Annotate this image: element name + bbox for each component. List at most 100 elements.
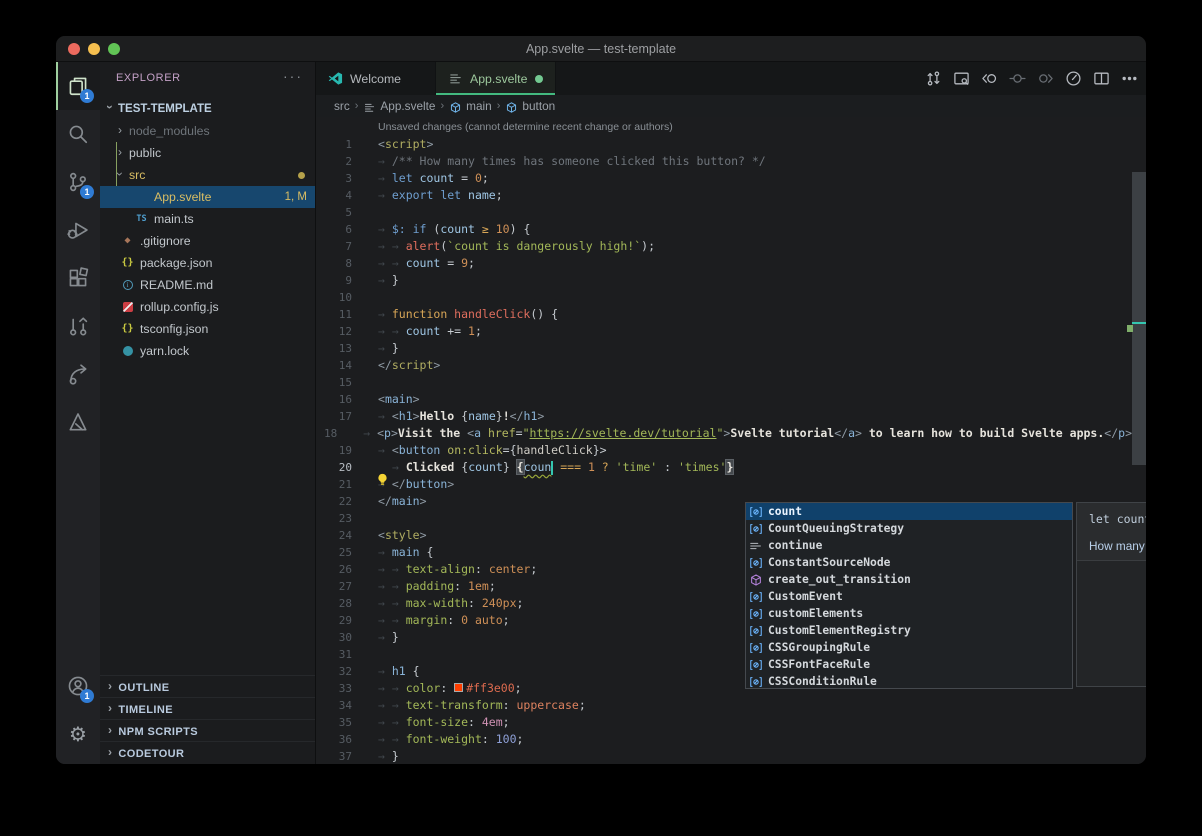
open-changes-icon[interactable] — [925, 70, 942, 87]
line-number: 15 — [316, 374, 352, 391]
file-row--gitignore[interactable]: ◆.gitignore — [100, 230, 315, 252]
chevron-right-icon: › — [108, 675, 112, 697]
code-line-35[interactable]: 35→ → font-size: 4em; — [316, 714, 1132, 731]
code-line-8[interactable]: 8→ → count = 9; — [316, 255, 1132, 272]
explorer-icon[interactable]: 1 — [56, 62, 100, 110]
code-line-18[interactable]: 18→ <p>Visit the <a href="https://svelte… — [316, 425, 1132, 442]
open-preview-icon[interactable] — [953, 70, 970, 87]
suggest-item-customevent[interactable]: CustomEvent — [746, 588, 1072, 605]
more-actions-icon[interactable]: ··· — [283, 68, 303, 84]
line-content — [352, 289, 378, 306]
tour-stop-icon[interactable] — [1009, 70, 1026, 87]
folder-row-public[interactable]: ›public — [100, 142, 315, 164]
line-number: 4 — [316, 187, 352, 204]
folder-row-src[interactable]: ›src — [100, 164, 315, 186]
line-number: 6 — [316, 221, 352, 238]
code-line-17[interactable]: 17→ <h1>Hello {name}!</h1> — [316, 408, 1132, 425]
code-line-36[interactable]: 36→ → font-weight: 100; — [316, 731, 1132, 748]
code-line-2[interactable]: 2→ /** How many times has someone clicke… — [316, 153, 1132, 170]
file-row-yarn-lock[interactable]: yarn.lock — [100, 340, 315, 362]
tab-label: Welcome — [350, 72, 401, 86]
line-number: 12 — [316, 323, 352, 340]
code-line-3[interactable]: 3→ let count = 0; — [316, 170, 1132, 187]
file-row-package-json[interactable]: {}package.json — [100, 252, 315, 274]
suggest-item-continue[interactable]: continue — [746, 537, 1072, 554]
code-line-16[interactable]: 16<main> — [316, 391, 1132, 408]
more-actions-icon[interactable] — [1121, 70, 1138, 87]
codelens-label[interactable]: Unsaved changes (cannot determine recent… — [378, 121, 673, 133]
suggest-item-customelements[interactable]: customElements — [746, 605, 1072, 622]
code-line-11[interactable]: 11→ function handleClick() { — [316, 306, 1132, 323]
code-line-20[interactable]: 20→ Clicked {count} {coun === 1 ? 'time'… — [316, 459, 1132, 476]
suggest-item-cssfontfacerule[interactable]: CSSFontFaceRule — [746, 656, 1072, 673]
code-line-34[interactable]: 34→ → text-transform: uppercase; — [316, 697, 1132, 714]
live-share-icon[interactable] — [56, 350, 100, 398]
line-content: → /** How many times has someone clicked… — [352, 153, 766, 170]
code-line-4[interactable]: 4→ export let name; — [316, 187, 1132, 204]
file-row-rollup-config-js[interactable]: rollup.config.js — [100, 296, 315, 318]
code-line-6[interactable]: 6→ $: if (count ≥ 10) { — [316, 221, 1132, 238]
file-row-main-ts[interactable]: TSmain.ts — [100, 208, 315, 230]
breadcrumb-item-app-svelte[interactable]: App.svelte — [363, 99, 435, 113]
line-content — [352, 510, 378, 527]
code-line-12[interactable]: 12→ → count += 1; — [316, 323, 1132, 340]
line-number: 31 — [316, 646, 352, 663]
section-header-timeline[interactable]: ›TIMELINE — [100, 697, 315, 719]
github-pull-requests-icon[interactable] — [56, 302, 100, 350]
code-line-14[interactable]: 14</script> — [316, 357, 1132, 374]
code-line-7[interactable]: 7→ → alert(`count is dangerously high!`)… — [316, 238, 1132, 255]
tour-next-icon[interactable] — [1037, 70, 1054, 87]
split-editor-icon[interactable] — [1093, 70, 1110, 87]
tour-back-icon[interactable] — [981, 70, 998, 87]
line-number: 3 — [316, 170, 352, 187]
suggest-item-cssgroupingrule[interactable]: CSSGroupingRule — [746, 639, 1072, 656]
run-tour-icon[interactable] — [1065, 70, 1082, 87]
code-line-15[interactable]: 15 — [316, 374, 1132, 391]
accounts-icon[interactable]: 1 — [56, 662, 100, 710]
suggest-item-countqueuingstrategy[interactable]: CountQueuingStrategy — [746, 520, 1072, 537]
code-line-9[interactable]: 9→ } — [316, 272, 1132, 289]
line-number: 11 — [316, 306, 352, 323]
suggest-item-create_out_transition[interactable]: create_out_transition — [746, 571, 1072, 588]
project-root-row[interactable]: ›TEST-TEMPLATE — [100, 96, 315, 120]
suggest-item-constantsourcenode[interactable]: ConstantSourceNode — [746, 554, 1072, 571]
suggest-item-count[interactable]: count — [746, 503, 1072, 520]
chevron-right-icon: › — [108, 697, 112, 719]
suggest-item-customelementregistry[interactable]: CustomElementRegistry — [746, 622, 1072, 639]
section-header-codetour[interactable]: ›CODETOUR — [100, 741, 315, 763]
section-header-outline[interactable]: ›OUTLINE — [100, 675, 315, 697]
line-number: 1 — [316, 136, 352, 153]
code-line-37[interactable]: 37→ } — [316, 748, 1132, 764]
file-row-tsconfig-json[interactable]: {}tsconfig.json — [100, 318, 315, 340]
breadcrumb-item-button[interactable]: button — [505, 99, 555, 113]
code-line-1[interactable]: 1<script> — [316, 136, 1132, 153]
suggest-item-cssconditionrule[interactable]: CSSConditionRule — [746, 673, 1072, 690]
code-line-21[interactable]: 21→ </button> — [316, 476, 1132, 493]
file-row-readme-md[interactable]: iREADME.md — [100, 274, 315, 296]
code-line-19[interactable]: 19→ <button on:click={handleClick}> — [316, 442, 1132, 459]
breadcrumb-item-main[interactable]: main — [449, 99, 492, 113]
file-row-app-svelte[interactable]: App.svelte1, M — [100, 186, 315, 208]
source-control-icon[interactable]: 1 — [56, 158, 100, 206]
file-label: .gitignore — [140, 230, 191, 252]
tab-welcome[interactable]: Welcome — [316, 62, 436, 95]
folder-modified-dot-icon — [298, 172, 305, 179]
line-content: → → text-transform: uppercase; — [352, 697, 586, 714]
code-line-10[interactable]: 10 — [316, 289, 1132, 306]
settings-icon[interactable]: ⚙ — [56, 710, 100, 758]
tab-app-svelte[interactable]: App.svelte — [436, 62, 556, 95]
line-content: → <p>Visit the <a href="https://svelte.d… — [337, 425, 1132, 442]
folder-row-node-modules[interactable]: ›node_modules — [100, 120, 315, 142]
file-label: main.ts — [154, 208, 194, 230]
run-debug-icon[interactable] — [56, 206, 100, 254]
sidebar-header: EXPLORER ··· — [100, 62, 315, 96]
code-line-5[interactable]: 5 — [316, 204, 1132, 221]
line-content: → export let name; — [352, 187, 503, 204]
breadcrumb-item-src[interactable]: src — [334, 99, 350, 113]
scrollbar[interactable] — [1132, 172, 1146, 465]
code-line-13[interactable]: 13→ } — [316, 340, 1132, 357]
search-icon[interactable] — [56, 110, 100, 158]
section-header-npm-scripts[interactable]: ›NPM SCRIPTS — [100, 719, 315, 741]
azure-icon[interactable] — [56, 398, 100, 446]
extensions-icon[interactable] — [56, 254, 100, 302]
